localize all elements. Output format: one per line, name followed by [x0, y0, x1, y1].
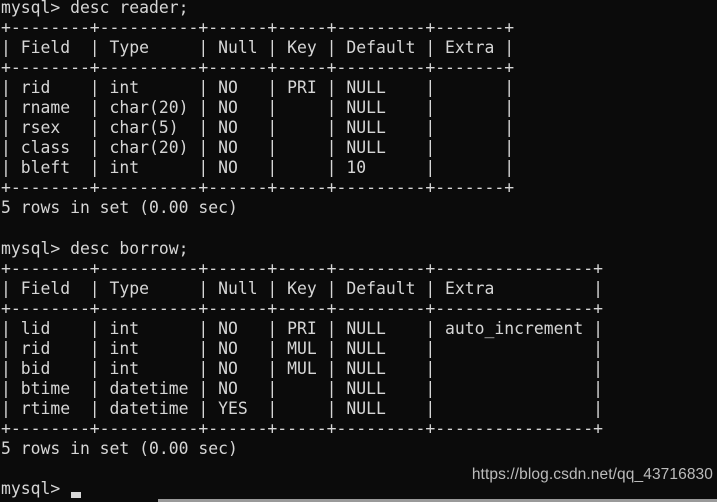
terminal-output-text: mysql> desc reader; +--------+----------… — [1, 0, 603, 499]
terminal-cursor — [71, 492, 81, 498]
watermark-url: https://blog.csdn.net/qq_43716830 — [471, 466, 713, 483]
mysql-terminal-window[interactable]: mysql> desc reader; +--------+----------… — [0, 0, 717, 502]
